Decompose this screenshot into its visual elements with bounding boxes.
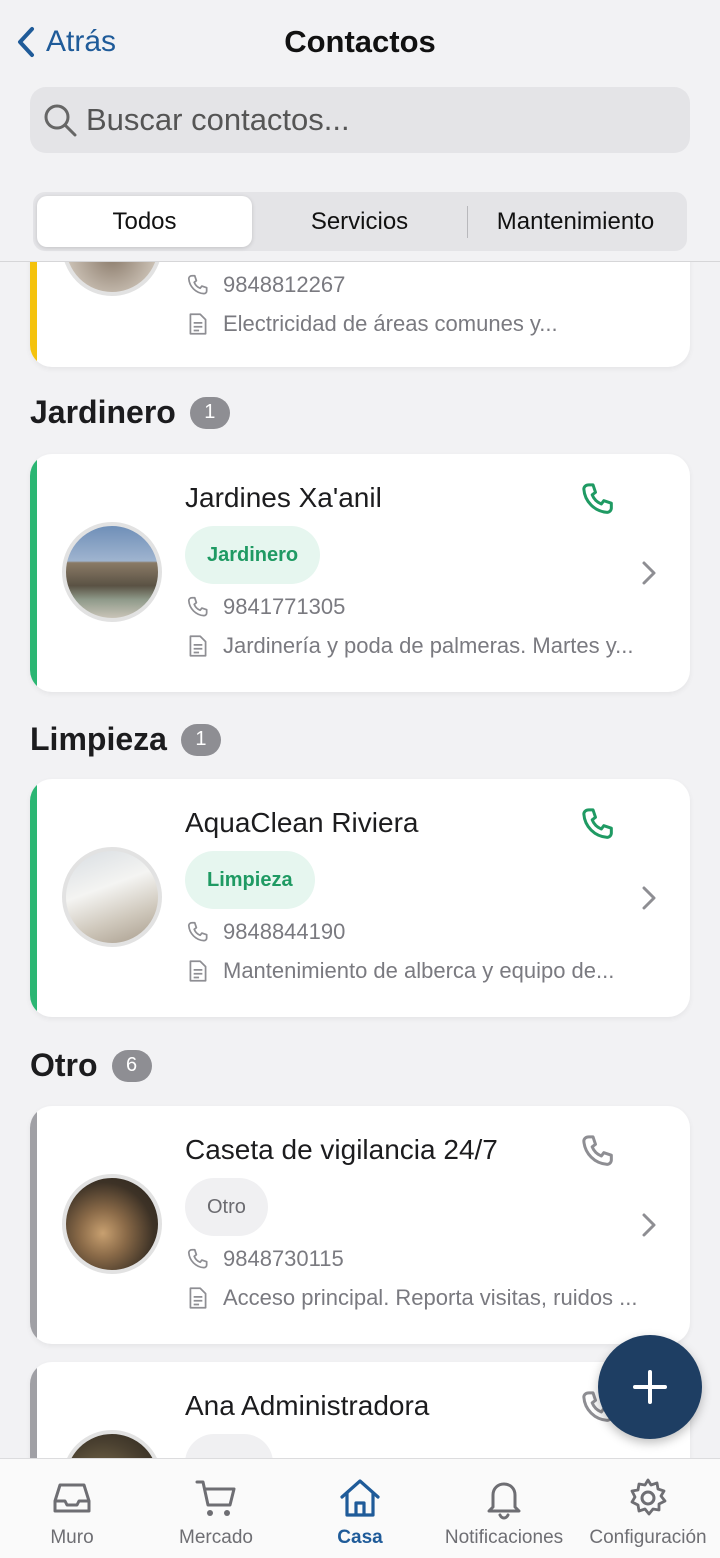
tab-mercado[interactable]: Mercado	[144, 1459, 288, 1558]
avatar	[62, 262, 162, 296]
phone-call-icon[interactable]	[578, 1131, 618, 1171]
section-header: Jardinero 1	[30, 394, 230, 431]
category-tag: Jardinero	[185, 526, 321, 584]
bell-icon	[487, 1482, 521, 1520]
phone-icon	[187, 921, 208, 942]
phone-number: 9848812267	[223, 272, 346, 297]
segment-mantenimiento[interactable]: Mantenimiento	[468, 196, 683, 247]
avatar	[62, 522, 162, 622]
tab-muro[interactable]: Muro	[0, 1459, 144, 1558]
card-accent-stripe	[30, 779, 37, 1017]
phone-icon	[187, 274, 208, 295]
page-title: Contactos	[284, 24, 436, 59]
tab-label: Notificaciones	[444, 1527, 564, 1548]
tab-casa[interactable]: Casa	[288, 1459, 432, 1558]
chevron-right-icon	[642, 561, 656, 585]
count-badge: 1	[189, 396, 230, 429]
add-contact-button[interactable]	[598, 1335, 702, 1439]
document-icon	[189, 1287, 207, 1309]
avatar	[62, 847, 162, 947]
segment-servicios[interactable]: Servicios	[252, 196, 467, 247]
header: Atrás Contactos Todos Servicios Mantenim…	[0, 0, 720, 262]
category-tag: Otro	[185, 1178, 268, 1236]
phone-row: 9841771305	[185, 594, 345, 620]
chevron-right-icon	[642, 886, 656, 910]
count-badge: 1	[180, 723, 221, 756]
avatar	[62, 1430, 162, 1458]
tab-notificaciones[interactable]: Notificaciones	[432, 1459, 576, 1558]
phone-icon	[187, 1248, 208, 1269]
search-icon	[44, 104, 77, 137]
inbox-icon	[53, 1483, 91, 1513]
contact-name: AquaClean Riviera	[185, 807, 419, 838]
tab-label: Configuración	[589, 1527, 707, 1548]
section-title: Jardinero	[30, 394, 176, 430]
tab-label: Muro	[50, 1527, 94, 1548]
count-badge: 6	[111, 1049, 152, 1082]
home-icon	[340, 1479, 380, 1517]
contact-card[interactable]: AquaClean Riviera Limpieza 9848844190 Ma…	[30, 779, 690, 1017]
contact-name: Jardines Xa'anil	[185, 482, 382, 513]
phone-call-icon[interactable]	[578, 804, 618, 844]
phone-number: 9848844190	[223, 919, 346, 944]
note-row: Mantenimiento de alberca y equipo de...	[185, 958, 665, 984]
segment-todos[interactable]: Todos	[37, 196, 252, 247]
note-row: Electricidad de áreas comunes y...	[185, 311, 625, 337]
tab-label: Casa	[337, 1527, 383, 1548]
contact-name: Ana Administradora	[185, 1390, 430, 1421]
phone-number: 9848730115	[223, 1246, 344, 1271]
card-accent-stripe	[30, 454, 37, 692]
note-text: Electricidad de áreas comunes y...	[223, 311, 558, 336]
phone-row: 9848844190	[185, 919, 345, 945]
search-bar[interactable]	[30, 87, 690, 153]
note-text: Acceso principal. Reporta visitas, ruido…	[223, 1285, 638, 1310]
card-accent-stripe	[30, 1362, 37, 1458]
section-header: Limpieza 1	[30, 721, 221, 758]
contact-name: Caseta de vigilancia 24/7	[185, 1134, 498, 1165]
category-tag: Limpieza	[185, 851, 315, 909]
document-icon	[189, 313, 207, 335]
card-accent-stripe	[30, 262, 37, 367]
section-header: Otro 6	[30, 1047, 152, 1084]
card-accent-stripe	[30, 1106, 37, 1344]
contact-card[interactable]: Ana Administradora	[30, 1362, 690, 1458]
note-row: Jardinería y poda de palmeras. Martes y.…	[185, 633, 665, 659]
plus-icon	[633, 1370, 667, 1404]
phone-number: 9841771305	[223, 594, 346, 619]
cart-icon	[195, 1480, 236, 1516]
section-title: Limpieza	[30, 721, 167, 757]
contact-card[interactable]: Caseta de vigilancia 24/7 Otro 984873011…	[30, 1106, 690, 1344]
phone-call-icon[interactable]	[578, 479, 618, 519]
section-title: Otro	[30, 1047, 98, 1083]
contact-card[interactable]: 9848812267 Electricidad de áreas comunes…	[30, 262, 690, 367]
search-input[interactable]	[86, 102, 646, 138]
chevron-right-icon	[642, 1213, 656, 1237]
category-tag	[185, 1434, 273, 1458]
segmented-control: Todos Servicios Mantenimiento	[33, 192, 687, 251]
phone-icon	[187, 596, 208, 617]
tab-label: Mercado	[179, 1527, 253, 1548]
note-row: Acceso principal. Reporta visitas, ruido…	[185, 1285, 675, 1311]
avatar	[62, 1174, 162, 1274]
phone-row: 9848730115	[185, 1246, 344, 1272]
gear-icon	[630, 1478, 667, 1516]
contact-card[interactable]: Jardines Xa'anil Jardinero 9841771305 Ja…	[30, 454, 690, 692]
phone-row: 9848812267	[185, 272, 345, 298]
document-icon	[189, 960, 207, 982]
tab-bar: Muro Mercado Casa Notificaciones Configu…	[0, 1458, 720, 1558]
contact-list[interactable]: 9848812267 Electricidad de áreas comunes…	[0, 262, 720, 1458]
note-text: Mantenimiento de alberca y equipo de...	[223, 958, 615, 983]
note-text: Jardinería y poda de palmeras. Martes y.…	[223, 633, 634, 658]
document-icon	[189, 635, 207, 657]
tab-configuracion[interactable]: Configuración	[576, 1459, 720, 1558]
